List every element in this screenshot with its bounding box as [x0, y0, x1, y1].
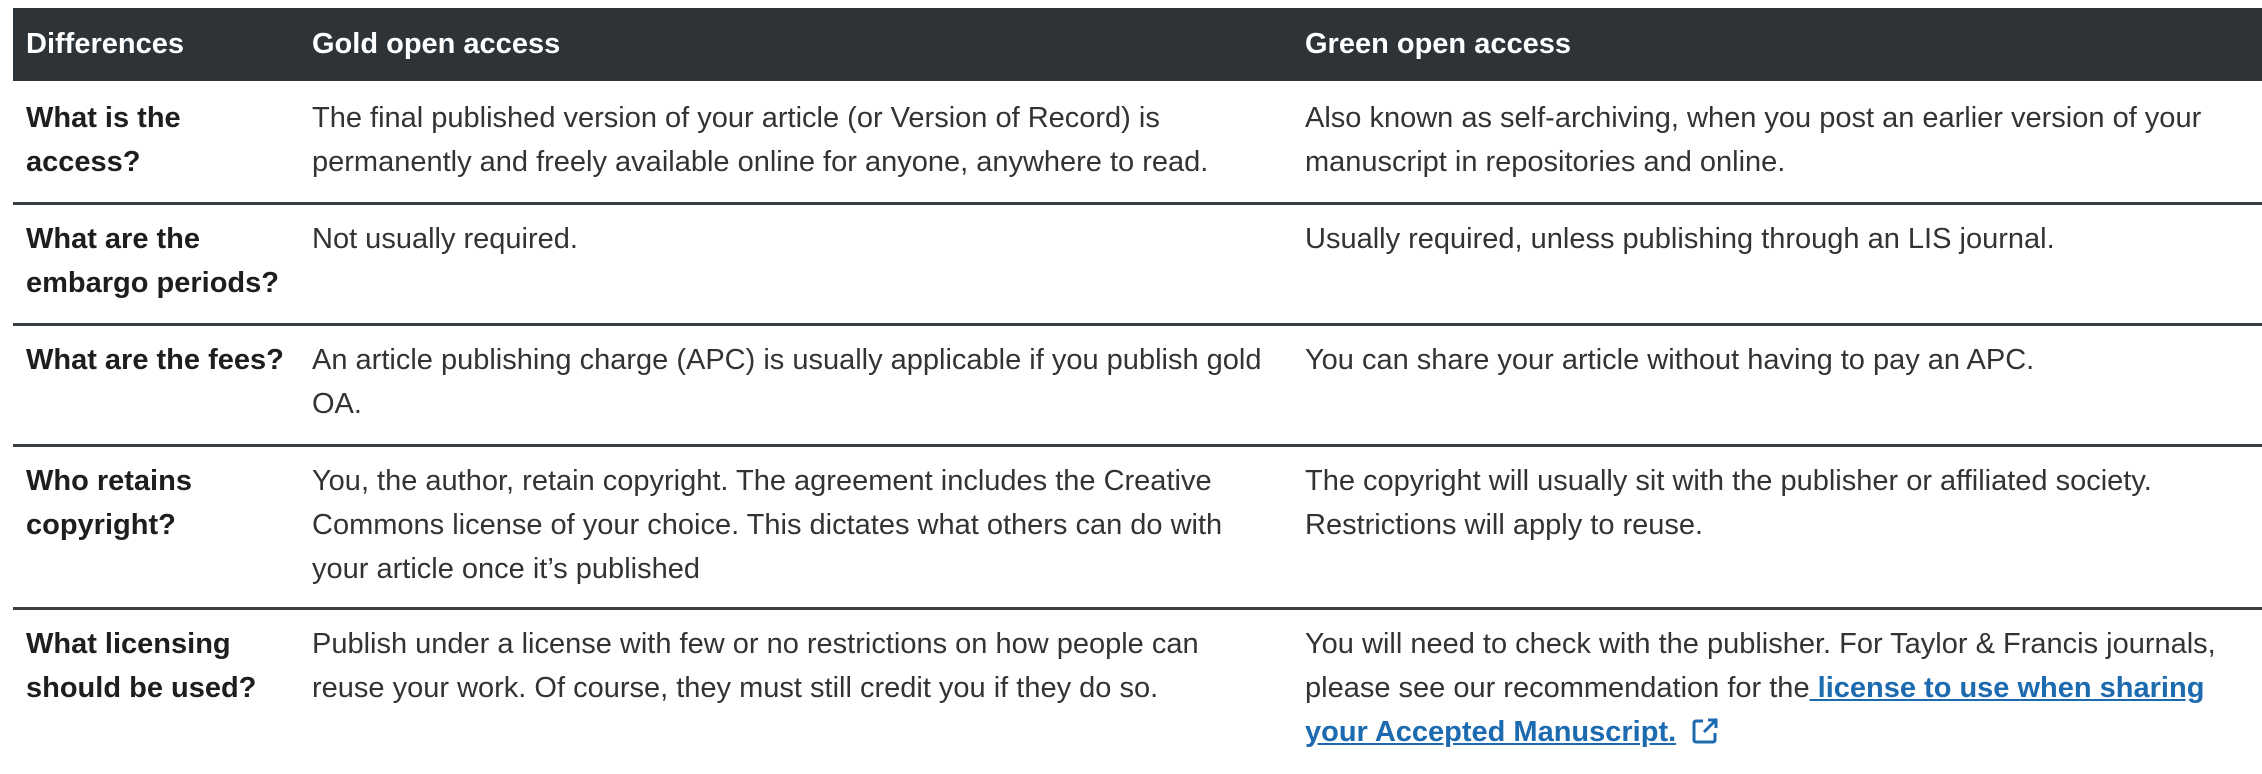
gold-cell: You, the author, retain copyright. The a…	[299, 445, 1292, 610]
table-row: What are the embargo periods? Not usuall…	[13, 203, 2262, 326]
green-cell: The copyright will usually sit with the …	[1292, 445, 2262, 610]
gold-cell: An article publishing charge (APC) is us…	[299, 324, 1292, 447]
row-question: What are the fees?	[13, 324, 299, 447]
comparison-page: Differences Gold open access Green open …	[0, 0, 2262, 772]
table-row: Who retains copyright? You, the author, …	[13, 445, 2262, 610]
green-cell: You can share your article without havin…	[1292, 324, 2262, 447]
table-row: What licensing should be used? Publish u…	[13, 608, 2262, 774]
row-question: What are the embargo periods?	[13, 203, 299, 326]
header-green-open-access: Green open access	[1292, 8, 2262, 84]
green-cell: Also known as self-archiving, when you p…	[1292, 82, 2262, 205]
gold-cell: Not usually required.	[299, 203, 1292, 326]
gold-cell: Publish under a license with few or no r…	[312, 627, 1199, 704]
table-header-row: Differences Gold open access Green open …	[13, 8, 2262, 84]
header-differences: Differences	[13, 8, 299, 84]
row-question: Who retains copyright?	[13, 445, 299, 610]
green-cell: Usually required, unless publishing thro…	[1292, 203, 2262, 326]
green-cell: You will need to check with the publishe…	[1292, 608, 2262, 774]
row-question: What licensing should be used?	[26, 627, 257, 704]
table-row: What are the fees? An article publishing…	[13, 324, 2262, 447]
table-row: What is the access? The final published …	[13, 82, 2262, 205]
row-question: What is the access?	[13, 82, 299, 205]
oa-comparison-table: Differences Gold open access Green open …	[13, 8, 2262, 774]
external-link-icon	[1690, 715, 1720, 759]
gold-cell: The final published version of your arti…	[299, 82, 1292, 205]
header-gold-open-access: Gold open access	[299, 8, 1292, 84]
